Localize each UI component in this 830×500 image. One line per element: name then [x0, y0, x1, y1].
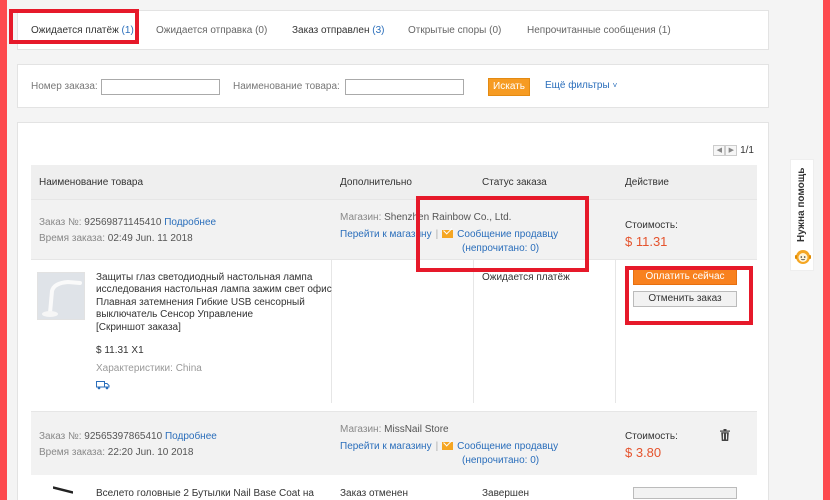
orders-panel: ◀ ▶ 1/1 Наименование товара Дополнительно… [17, 122, 769, 500]
order-number: Заказ №: 92569871145410 Подробнее [39, 217, 217, 228]
order-header: Заказ №: 92565397865410 Подробнее Время … [31, 411, 757, 475]
chevron-down-icon: ˅ [612, 81, 618, 90]
tab-open-disputes[interactable]: Открытые споры (0) [408, 11, 501, 51]
table-header: Наименование товара Дополнительно Статус… [31, 165, 757, 199]
order-details-link[interactable]: Подробнее [165, 431, 217, 442]
order-cost: $ 11.31 [625, 234, 668, 249]
item-properties: Характеристики: China [96, 363, 202, 374]
order-number: Заказ №: 92565397865410 Подробнее [39, 431, 217, 442]
unread-count: (непрочитано: 0) [462, 243, 540, 254]
tab-awaiting-shipment[interactable]: Ожидается отправка (0) [156, 11, 267, 51]
order-snapshot-link[interactable]: [Скриншот заказа] [96, 322, 181, 333]
tab-awaiting-payment[interactable]: Ожидается платёж (1) [31, 11, 134, 51]
desk-lamp-icon [38, 273, 84, 319]
order-number-input[interactable] [101, 79, 220, 95]
tab-unread-messages[interactable]: Непрочитанные сообщения (1) [527, 11, 671, 51]
tweezers-icon [52, 486, 74, 497]
product-name-input[interactable] [345, 79, 464, 95]
page-indicator: 1/1 [740, 145, 754, 157]
order-status: Завершен [482, 488, 530, 499]
prev-page-icon[interactable]: ◀ [713, 145, 726, 156]
order-cost: $ 3.80 [625, 445, 662, 460]
help-label: Нужна помощь [796, 167, 807, 242]
tab-shipped[interactable]: Заказ отправлен (3) [292, 11, 385, 51]
order-item: Защиты глаз светодиодный настольная ламп… [31, 259, 757, 403]
divider [615, 260, 616, 403]
help-widget[interactable]: Нужна помощь [790, 159, 814, 271]
order-extra: Заказ отменен [340, 488, 408, 499]
cancel-order-button[interactable]: Отменить заказ [633, 291, 737, 307]
envelope-icon [442, 442, 454, 450]
message-seller-link[interactable]: Сообщение продавцу [457, 441, 558, 452]
search-button[interactable]: Искать [488, 78, 530, 96]
pay-now-button[interactable]: Оплатить сейчас [633, 269, 737, 285]
message-seller-link[interactable]: Сообщение продавцу [457, 229, 558, 240]
more-filters-link[interactable]: Ещё фильтры ˅ [545, 80, 617, 91]
product-name-label: Наименование товара: [233, 81, 340, 92]
store-links: Перейти к магазину | Сообщение продавцу [340, 441, 559, 452]
order-search-bar: Номер заказа: Наименование товара: Искат… [17, 64, 769, 108]
store-name: Магазин: Shenzhen Rainbow Co., Ltd. [340, 212, 512, 223]
next-page-icon[interactable]: ▶ [725, 145, 738, 156]
order-time: Время заказа: 22:20 Jun. 10 2018 [39, 447, 194, 458]
store-links: Перейти к магазину | Сообщение продавцу [340, 229, 559, 240]
store-name: Магазин: MissNail Store [340, 424, 449, 435]
go-to-store-link[interactable]: Перейти к магазину [340, 229, 432, 240]
order-status-tabs: Ожидается платёж (1) Ожидается отправка … [17, 10, 769, 50]
column-extra: Дополнительно [340, 177, 412, 188]
divider [473, 260, 474, 403]
product-thumbnail[interactable] [37, 272, 85, 320]
order-number-label: Номер заказа: [31, 81, 98, 92]
product-title[interactable]: Вселето головные 2 Бутылки Nail Base Coa… [96, 488, 314, 499]
go-to-store-link[interactable]: Перейти к магазину [340, 441, 432, 452]
cost-label: Стоимость: [625, 220, 678, 231]
column-product: Наименование товара [39, 177, 144, 188]
page: Ожидается платёж (1) Ожидается отправка … [7, 0, 823, 500]
order-status: Ожидается платёж [482, 272, 570, 283]
item-price: $ 11.31 X1 [96, 345, 144, 356]
cost-label: Стоимость: [625, 431, 678, 442]
order-header: Заказ №: 92569871145410 Подробнее Время … [31, 199, 757, 259]
envelope-icon [442, 230, 454, 238]
column-status: Статус заказа [482, 177, 547, 188]
pagination: ◀ ▶ 1/1 [713, 145, 754, 156]
order-details-link[interactable]: Подробнее [164, 217, 216, 228]
order-time: Время заказа: 02:49 Jun. 11 2018 [39, 233, 193, 244]
column-action: Действие [625, 177, 669, 188]
product-title[interactable]: Защиты глаз светодиодный настольная ламп… [96, 272, 336, 321]
order-action-button[interactable] [633, 487, 737, 499]
truck-icon [96, 381, 110, 390]
trash-icon[interactable] [720, 429, 730, 441]
support-agent-icon [795, 250, 811, 264]
unread-count: (непрочитано: 0) [462, 455, 540, 466]
